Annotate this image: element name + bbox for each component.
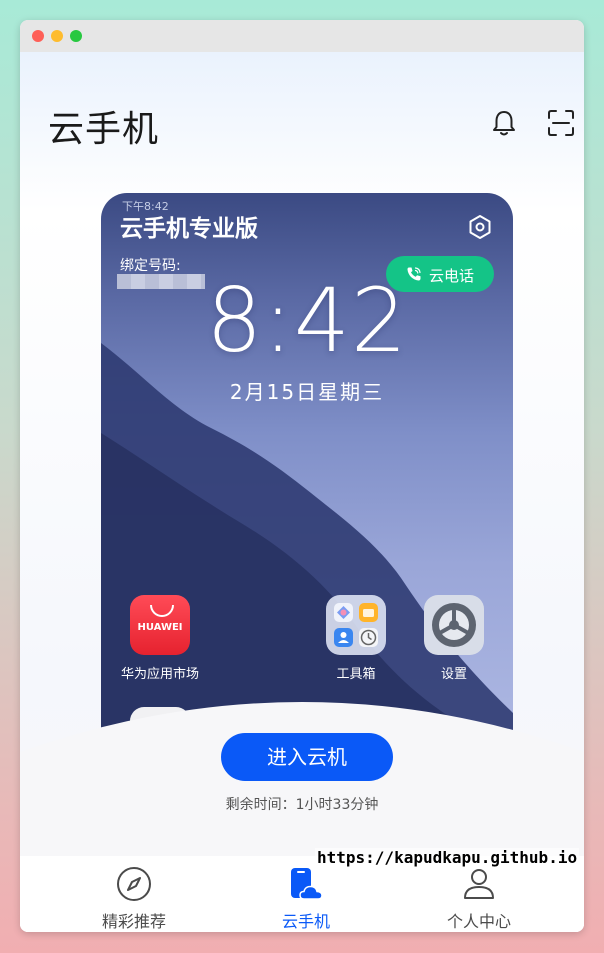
hexagon-settings-icon[interactable] bbox=[467, 214, 493, 240]
tab-recommend-label: 精彩推荐 bbox=[101, 912, 166, 931]
user-icon bbox=[464, 869, 494, 899]
lockscreen-date: 2月15日星期三 bbox=[229, 380, 385, 404]
scan-icon[interactable] bbox=[546, 108, 576, 138]
tab-cloud-phone-label: 云手机 bbox=[281, 912, 330, 931]
lockscreen-clock: 8:42 bbox=[206, 269, 408, 372]
app-label-settings: 设置 bbox=[440, 667, 467, 682]
compass-icon bbox=[117, 867, 151, 901]
title-bar bbox=[20, 20, 584, 52]
phone-title: 云手机专业版 bbox=[120, 216, 258, 242]
huawei-appgallery-icon[interactable]: HUAWEI bbox=[130, 595, 190, 655]
page-title: 云手机 bbox=[48, 109, 160, 150]
tab-profile-label: 个人中心 bbox=[446, 912, 511, 931]
cloud-phone-icon bbox=[291, 868, 323, 900]
minimize-window-button[interactable] bbox=[51, 30, 63, 42]
settings-gear-icon[interactable] bbox=[424, 595, 484, 655]
tab-recommend[interactable]: 精彩推荐 bbox=[69, 856, 199, 932]
tab-profile[interactable]: 个人中心 bbox=[414, 856, 544, 932]
maximize-window-button[interactable] bbox=[70, 30, 82, 42]
bell-icon[interactable] bbox=[489, 108, 519, 138]
tab-cloud-phone[interactable]: 云手机 bbox=[241, 856, 371, 932]
app-content: 云手机 下午8:42 云手机专业版 绑定号码: 云电话 8:42 2月15日星期… bbox=[20, 52, 584, 932]
app-label-appgallery: 华为应用市场 bbox=[120, 667, 199, 682]
watermark-url: https://kapudkapu.github.io bbox=[315, 848, 580, 867]
toolbox-folder-icon[interactable] bbox=[326, 595, 386, 655]
app-window: 云手机 下午8:42 云手机专业版 绑定号码: 云电话 8:42 2月15日星期… bbox=[20, 20, 584, 932]
bottom-tab-bar: 精彩推荐 云手机 个人中心 bbox=[20, 856, 584, 932]
enter-cloud-phone-button[interactable]: 进入云机 bbox=[221, 733, 393, 781]
remaining-time: 剩余时间：1小时33分钟 bbox=[225, 797, 379, 813]
app-label-toolbox: 工具箱 bbox=[336, 667, 376, 682]
close-window-button[interactable] bbox=[32, 30, 44, 42]
